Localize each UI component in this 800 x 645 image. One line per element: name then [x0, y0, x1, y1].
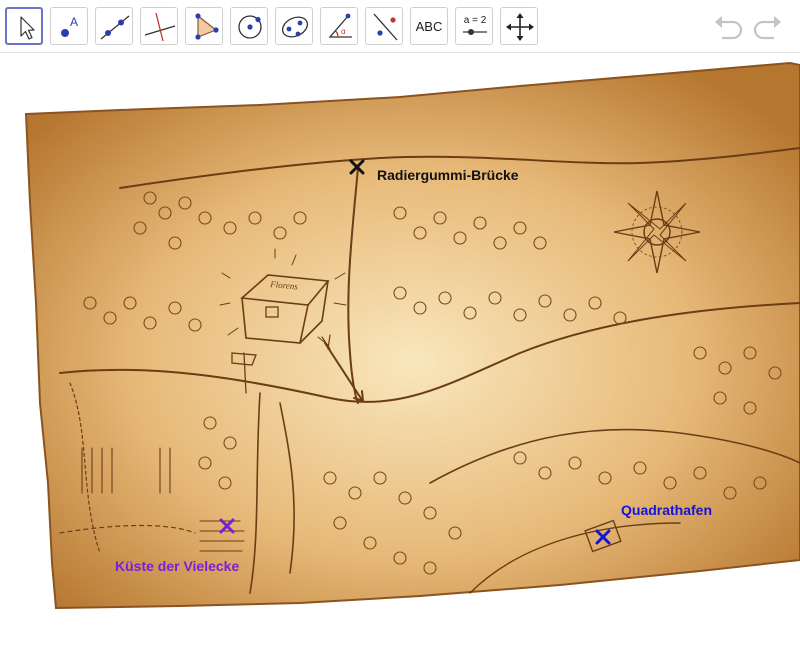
- perpendicular-line-icon: [144, 12, 176, 42]
- polygon-icon: [195, 13, 219, 40]
- line-tool-button[interactable]: [95, 7, 133, 45]
- slider-tool-button[interactable]: a = 2: [455, 7, 493, 45]
- svg-text:A: A: [70, 15, 78, 29]
- label-quadrathafen[interactable]: Quadrathafen: [621, 502, 712, 518]
- point-tool-button[interactable]: A: [50, 7, 88, 45]
- treasure-map-image: Florens: [24, 61, 800, 610]
- point-icon: A: [61, 15, 78, 37]
- redo-icon[interactable]: [750, 12, 784, 40]
- cursor-arrow-icon: [20, 16, 35, 40]
- point-radiergummi-bruecke[interactable]: [349, 159, 365, 175]
- line-through-points-icon: [100, 15, 130, 40]
- svg-text:a = 2: a = 2: [464, 15, 487, 26]
- text-icon: ABC: [415, 18, 443, 34]
- reflect-line-icon: [373, 13, 398, 41]
- point-kueste-der-vielecke[interactable]: [219, 518, 235, 534]
- perpendicular-line-tool-button[interactable]: [140, 7, 178, 45]
- reflect-tool-button[interactable]: [365, 7, 403, 45]
- point-quadrathafen[interactable]: [595, 529, 611, 545]
- move-view-icon: [506, 13, 534, 41]
- angle-icon: α: [328, 13, 352, 38]
- ellipse-icon: [281, 16, 309, 38]
- graphics-view[interactable]: Florens Radiergummi-Brücke Küste der Vie…: [0, 53, 800, 640]
- undo-icon[interactable]: [712, 12, 746, 40]
- circle-tool-button[interactable]: [230, 7, 268, 45]
- svg-text:α: α: [341, 27, 346, 36]
- slider-icon: a = 2: [463, 15, 487, 35]
- angle-tool-button[interactable]: α: [320, 7, 358, 45]
- label-radiergummi-bruecke[interactable]: Radiergummi-Brücke: [377, 167, 519, 183]
- polygon-tool-button[interactable]: [185, 7, 223, 45]
- toolbar: A α ABC a = 2: [0, 0, 800, 53]
- circle-center-icon: [238, 15, 262, 39]
- move-view-tool-button[interactable]: [500, 7, 538, 45]
- label-kueste-der-vielecke[interactable]: Küste der Vielecke: [115, 558, 239, 574]
- move-tool-button[interactable]: [5, 7, 43, 45]
- text-tool-button[interactable]: ABC: [410, 7, 448, 45]
- ellipse-tool-button[interactable]: [275, 7, 313, 45]
